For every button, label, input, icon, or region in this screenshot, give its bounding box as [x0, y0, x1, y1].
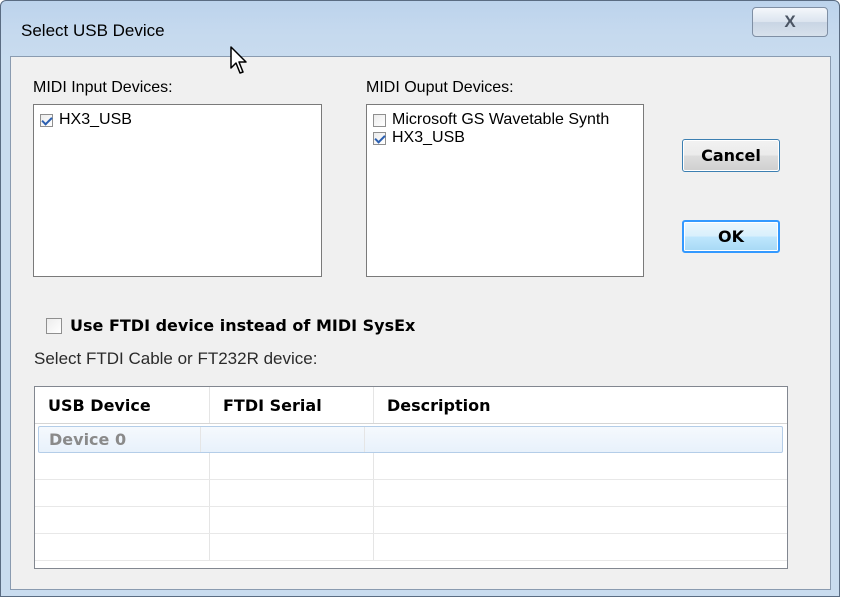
- table-cell: [374, 453, 787, 479]
- checkbox-icon[interactable]: [40, 113, 53, 127]
- dialog-window: Select USB Device X MIDI Input Devices: …: [0, 0, 840, 597]
- cancel-button[interactable]: Cancel: [682, 139, 780, 172]
- table-cell: [35, 507, 210, 533]
- table-cell: [210, 507, 374, 533]
- list-item[interactable]: HX3_USB: [373, 129, 643, 147]
- table-cell: [374, 507, 787, 533]
- column-header[interactable]: USB Device: [35, 387, 210, 423]
- checkbox-icon[interactable]: [373, 113, 386, 127]
- ok-button[interactable]: OK: [682, 220, 780, 253]
- list-item[interactable]: HX3_USB: [40, 111, 321, 129]
- close-icon: X: [784, 12, 796, 31]
- table-cell: Device 0: [39, 427, 201, 452]
- midi-input-list[interactable]: HX3_USB: [33, 104, 322, 277]
- midi-input-label: MIDI Input Devices:: [33, 79, 173, 96]
- column-header[interactable]: FTDI Serial: [210, 387, 374, 423]
- list-item[interactable]: Microsoft GS Wavetable Synth: [373, 111, 643, 129]
- table-cell: [210, 534, 374, 560]
- use-ftdi-label: Use FTDI device instead of MIDI SysEx: [70, 316, 416, 335]
- midi-output-list[interactable]: Microsoft GS Wavetable Synth HX3_USB: [366, 104, 644, 277]
- window-title: Select USB Device: [21, 21, 165, 40]
- table-cell: [374, 480, 787, 506]
- table-row[interactable]: [35, 534, 787, 561]
- title-bar[interactable]: Select USB Device X: [1, 1, 839, 63]
- usb-device-table[interactable]: USB Device FTDI Serial Description Devic…: [34, 386, 788, 569]
- table-cell: [210, 453, 374, 479]
- list-item-label: HX3_USB: [392, 129, 465, 146]
- list-item-label: HX3_USB: [59, 111, 132, 128]
- table-cell: [35, 534, 210, 560]
- table-cell: [210, 480, 374, 506]
- table-row[interactable]: [35, 507, 787, 534]
- table-cell: [35, 480, 210, 506]
- table-header: USB Device FTDI Serial Description: [35, 387, 787, 424]
- ftdi-select-label: Select FTDI Cable or FT232R device:: [34, 349, 318, 368]
- table-row[interactable]: [35, 453, 787, 480]
- table-cell: [374, 534, 787, 560]
- table-row[interactable]: [35, 480, 787, 507]
- table-cell: [201, 427, 365, 452]
- table-cell: [35, 453, 210, 479]
- close-button[interactable]: X: [752, 7, 828, 37]
- table-cell: [365, 427, 782, 452]
- checkbox-icon[interactable]: [46, 317, 62, 334]
- table-row[interactable]: Device 0: [38, 426, 783, 453]
- checkbox-icon[interactable]: [373, 131, 386, 145]
- midi-output-label: MIDI Ouput Devices:: [366, 79, 514, 96]
- mouse-pointer-icon: [230, 46, 247, 74]
- use-ftdi-checkbox-row[interactable]: Use FTDI device instead of MIDI SysEx: [46, 316, 415, 335]
- list-item-label: Microsoft GS Wavetable Synth: [392, 111, 610, 128]
- column-header[interactable]: Description: [374, 387, 787, 423]
